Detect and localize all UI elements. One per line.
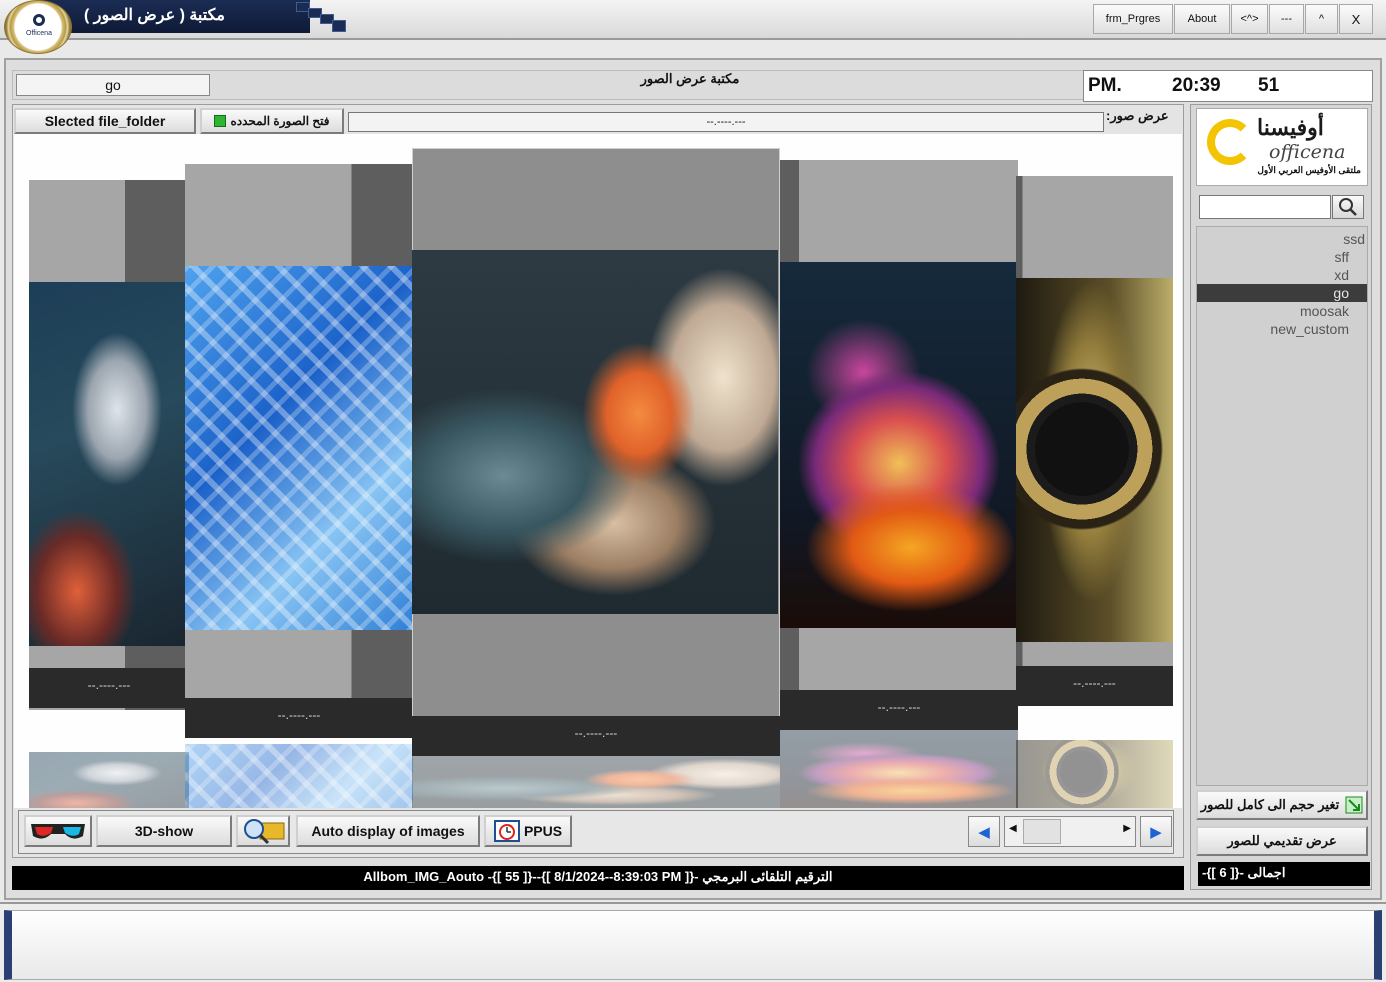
3d-glasses-button[interactable] <box>24 815 92 847</box>
close-button[interactable]: X <box>1339 4 1373 34</box>
clock: PM. 20:39 51 <box>1083 70 1373 102</box>
next-image-button[interactable]: ▶ <box>1140 816 1172 847</box>
total-count: اجمالى -{[ 6 ]}- <box>1198 862 1370 886</box>
previous-image-button[interactable]: ◀ <box>968 816 1000 847</box>
gallery-card-blue[interactable]: --.----.--- <box>185 164 413 738</box>
search-icon <box>1339 198 1357 216</box>
folder-list: ssd sff xd go moosak new_custom <box>1196 226 1368 786</box>
open-image-button[interactable]: فتح الصورة المحدده <box>200 108 344 134</box>
list-item-sff[interactable]: sff <box>1197 248 1367 266</box>
frm-progress-button[interactable]: frm_Prgres <box>1093 4 1173 34</box>
image-gallery: --.----.--- --.----.--- --.----.--- --.-… <box>14 134 1182 808</box>
open-image-label: فتح الصورة المحدده <box>230 114 330 128</box>
footer-panel <box>4 910 1382 980</box>
folder-name-field[interactable]: go <box>16 74 210 96</box>
list-item-new-custom[interactable]: new_custom <box>1197 320 1367 338</box>
scrollbar-thumb[interactable] <box>1023 819 1061 844</box>
card-caption: --.----.--- <box>412 716 780 756</box>
card-caption: --.----.--- <box>780 690 1018 730</box>
ppus-button[interactable]: PPUS <box>484 815 572 847</box>
search-input[interactable] <box>1199 195 1331 219</box>
horse-image <box>29 282 189 646</box>
search-images-button[interactable] <box>236 815 290 847</box>
watch-reflection <box>1016 740 1173 808</box>
scroll-right-icon: ▶ <box>1123 823 1131 834</box>
logo-subtitle: ملتقى الأوفيس العربي الأول <box>1257 165 1361 175</box>
arrow-left-icon: ◀ <box>978 823 990 841</box>
search-button[interactable] <box>1332 195 1364 219</box>
logo-mark-icon: Officena <box>19 14 59 42</box>
status-bar: Allbom_IMG_Aouto -{[ 55 ]}--{[ 8/1/2024-… <box>12 866 1184 890</box>
gallery-card-mountain[interactable]: --.----.--- <box>780 160 1018 730</box>
horse-reflection <box>29 752 189 808</box>
3d-glasses-icon <box>31 824 85 839</box>
about-button[interactable]: About <box>1174 4 1230 34</box>
officena-ring-icon <box>1207 119 1253 165</box>
open-image-icon <box>214 115 227 127</box>
app-logo: Officena <box>4 0 72 54</box>
show-images-label: عرض صور: <box>1106 108 1169 123</box>
arrow-right-icon: ▶ <box>1150 823 1162 841</box>
mountain-reflection <box>780 730 1018 808</box>
slideshow-button[interactable]: عرض تقديمي للصور <box>1196 826 1368 856</box>
card-caption: --.----.--- <box>185 698 413 738</box>
maximize-button[interactable]: ^ <box>1305 4 1338 34</box>
resize-images-button[interactable]: تغير حجم الى كامل للصور <box>1196 790 1368 820</box>
auto-display-button[interactable]: Auto display of images <box>296 815 480 847</box>
image-scrollbar[interactable]: ◀ ▶ <box>1004 816 1136 847</box>
list-item-xd[interactable]: xd <box>1197 266 1367 284</box>
gallery-card-watch[interactable]: --.----.--- <box>1016 176 1173 706</box>
clock-seconds: 51 <box>1258 75 1280 96</box>
path-field[interactable]: --.----.--- <box>348 112 1104 132</box>
resize-label: تغير حجم الى كامل للصور <box>1200 797 1340 812</box>
list-item-moosak[interactable]: moosak <box>1197 302 1367 320</box>
flower-reflection <box>412 756 780 808</box>
page-title: مكتبة عرض الصور <box>640 71 740 86</box>
clock-time: 20:39 <box>1172 75 1221 96</box>
clock-icon <box>493 820 520 842</box>
flower-image <box>412 250 778 614</box>
title-bar: مكتبة ( عرض الصور ) Officena frm_Prgres … <box>0 0 1386 54</box>
blue-reflection <box>185 744 413 808</box>
3d-show-button[interactable]: 3D-show <box>96 815 232 847</box>
window-title: مكتبة ( عرض الصور ) <box>84 7 225 24</box>
logo-english: officena <box>1269 141 1346 163</box>
gallery-card-horse[interactable]: --.----.--- <box>29 180 189 710</box>
mountain-image <box>780 262 1018 628</box>
list-item-go[interactable]: go <box>1197 284 1367 302</box>
blue-abstract-image <box>185 266 413 630</box>
selected-folder-button[interactable]: Slected file_folder <box>14 108 196 134</box>
list-item-ssd[interactable]: ssd <box>1197 230 1367 248</box>
card-caption: --.----.--- <box>29 668 189 708</box>
minimize-button[interactable]: --- <box>1269 4 1304 34</box>
watch-image <box>1016 278 1173 642</box>
scroll-left-icon: ◀ <box>1009 823 1017 834</box>
footer-area <box>0 902 1386 982</box>
resize-icon <box>1345 796 1363 814</box>
magnify-folder-icon <box>244 819 285 845</box>
logo-arabic: أوفيسنا <box>1257 115 1324 140</box>
restore-button[interactable]: <^> <box>1231 4 1268 34</box>
card-caption: --.----.--- <box>1016 666 1173 706</box>
gallery-card-flower[interactable]: --.----.--- <box>412 148 780 756</box>
title-decoration <box>296 0 356 33</box>
ppus-label: PPUS <box>523 823 563 839</box>
clock-ampm: PM. <box>1088 75 1122 96</box>
officena-logo: أوفيسنا officena ملتقى الأوفيس العربي ال… <box>1196 108 1368 186</box>
